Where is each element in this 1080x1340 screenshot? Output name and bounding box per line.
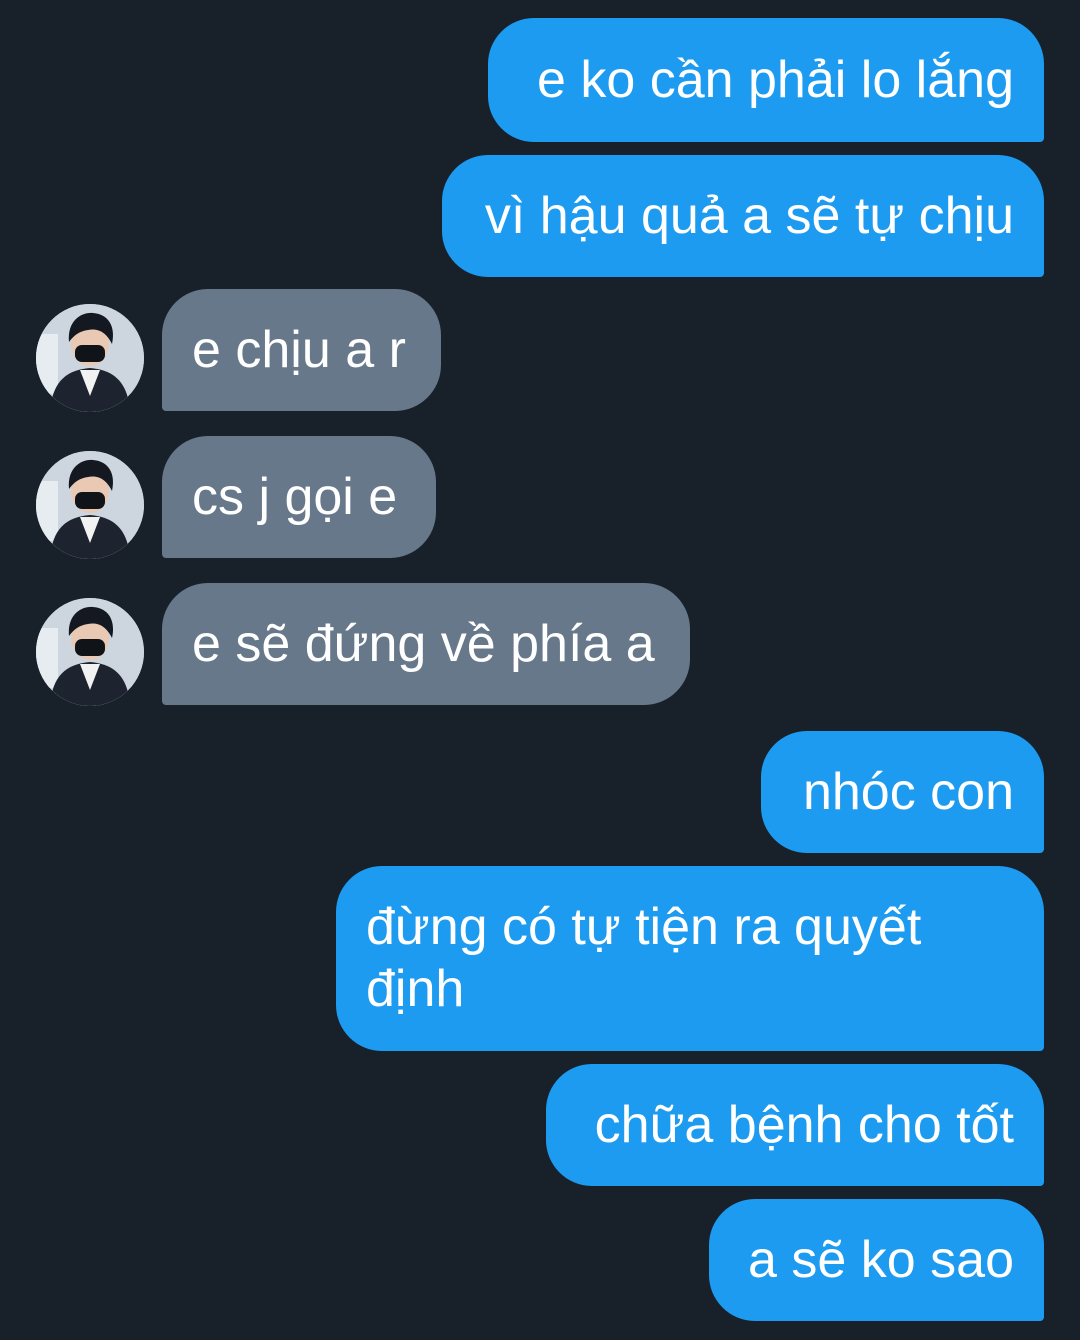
received-message-bubble[interactable]: e chịu a r [162,289,441,411]
message-text: vì hậu quả a sẽ tự chịu [484,187,1014,245]
sent-message-bubble[interactable]: a sẽ ko sao [709,1199,1044,1321]
received-message-bubble[interactable]: cs j gọi e [162,436,436,558]
message-text: chữa bệnh cho tốt [594,1096,1014,1154]
message-text: a sẽ ko sao [748,1231,1014,1289]
sent-message-bubble[interactable]: đừng có tự tiện ra quyết định [336,866,1044,1051]
user-avatar-icon[interactable] [36,304,144,412]
conversation-thread: e ko cần phải lo lắng vì hậu quả a sẽ tự… [0,0,1080,1340]
message-text: e chịu a r [192,321,406,379]
message-text: cs j gọi e [192,468,398,526]
sent-message-bubble[interactable]: chữa bệnh cho tốt [546,1064,1044,1186]
message-text: e sẽ đứng về phía a [192,615,655,673]
sent-message-bubble[interactable]: e ko cần phải lo lắng [488,18,1044,142]
sent-message-bubble[interactable]: nhóc con [761,731,1044,853]
message-text: đừng có tự tiện ra quyết định [366,898,922,1018]
user-avatar-icon[interactable] [36,598,144,706]
message-text: nhóc con [802,763,1014,821]
message-text: e ko cần phải lo lắng [536,51,1014,109]
received-message-bubble[interactable]: e sẽ đứng về phía a [162,583,690,705]
user-avatar-icon[interactable] [36,451,144,559]
sent-message-bubble[interactable]: vì hậu quả a sẽ tự chịu [442,155,1044,277]
